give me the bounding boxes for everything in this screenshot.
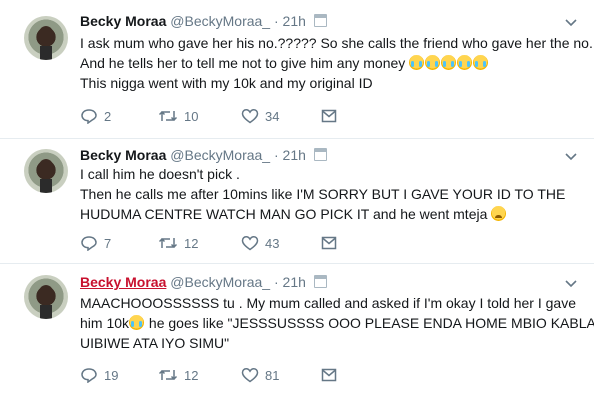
tweet-line: I call him he doesn't pick .: [80, 166, 240, 182]
crying-emoji-icon: [441, 55, 457, 70]
dm-button[interactable]: [320, 235, 338, 251]
tweet-line-text: And he tells her to tell me not to give …: [80, 55, 406, 71]
tweet-line: This nigga went with my 10k and my origi…: [80, 75, 373, 91]
retweet-icon: [158, 110, 178, 122]
retweet-icon: [158, 237, 178, 249]
reply-icon: [81, 368, 97, 383]
tweet-line-text: him 10k: [80, 315, 130, 331]
like-button[interactable]: 81: [241, 367, 279, 383]
crying-emoji-icon: [473, 55, 489, 70]
author-handle[interactable]: @BeckyMoraa_: [170, 274, 270, 290]
author-name[interactable]: Becky Moraa: [80, 147, 166, 163]
tweet-header: Becky Moraa @BeckyMoraa_ · 21h: [80, 146, 327, 164]
retweet-icon: [158, 369, 178, 381]
tweet-text: MAACHOOOSSSSSS tu . My mum called and as…: [80, 293, 594, 353]
reply-icon: [81, 109, 97, 124]
tweet-line-text: he goes like "JESSSUSSSS OOO PLEASE ENDA…: [145, 315, 594, 331]
retweet-button[interactable]: 12: [158, 235, 198, 251]
calendar-icon: [313, 148, 327, 161]
author-name[interactable]: Becky Moraa: [80, 13, 166, 29]
tweet-header: Becky Moraa @BeckyMoraa_ · 21h: [80, 12, 327, 30]
heart-icon: [241, 236, 259, 251]
timestamp[interactable]: 21h: [283, 147, 306, 163]
like-button[interactable]: 34: [241, 108, 279, 124]
crying-emoji-icon: [457, 55, 473, 70]
timestamp[interactable]: 21h: [283, 274, 306, 290]
reply-button[interactable]: 2: [80, 108, 111, 124]
author-handle[interactable]: @BeckyMoraa_: [170, 147, 270, 163]
crying-emoji-icon: [129, 315, 145, 330]
avatar[interactable]: [24, 275, 68, 319]
reply-count: 7: [104, 235, 112, 251]
tweet[interactable]: Becky Moraa @BeckyMoraa_ · 21h I call hi…: [0, 139, 594, 263]
reply-count: 19: [104, 367, 119, 383]
tweet-line: MAACHOOOSSSSSS tu . My mum called and as…: [80, 295, 576, 311]
dm-button[interactable]: [320, 367, 338, 383]
chevron-down-icon[interactable]: [564, 152, 578, 162]
tweet-line: HUDUMA CENTRE WATCH MAN GO PICK IT and h…: [80, 204, 580, 224]
tweet-line-text: HUDUMA CENTRE WATCH MAN GO PICK IT and h…: [80, 206, 488, 222]
tweet[interactable]: Becky Moraa @BeckyMoraa_ · 21h I ask mum…: [0, 0, 594, 138]
avatar[interactable]: [24, 16, 68, 60]
retweet-button[interactable]: 10: [158, 108, 198, 124]
retweet-count: 10: [184, 108, 199, 124]
calendar-icon: [313, 14, 327, 27]
chevron-down-icon[interactable]: [564, 18, 578, 28]
avatar[interactable]: [24, 149, 68, 193]
reply-button[interactable]: 7: [80, 235, 111, 251]
author-handle[interactable]: @BeckyMoraa_: [170, 13, 270, 29]
envelope-icon: [321, 109, 337, 123]
tweet-line: I ask mum who gave her his no.????? So s…: [80, 35, 593, 51]
like-count: 81: [265, 367, 280, 383]
heart-icon: [241, 109, 259, 124]
dm-button[interactable]: [320, 108, 338, 124]
retweet-count: 12: [184, 367, 199, 383]
timestamp[interactable]: 21h: [283, 13, 306, 29]
tweet-header: Becky Moraa @BeckyMoraa_ · 21h: [80, 273, 327, 291]
envelope-icon: [321, 236, 337, 250]
calendar-icon: [313, 275, 327, 288]
reply-count: 2: [104, 108, 112, 124]
crying-emoji-icon: [425, 55, 441, 70]
tweet-line: him 10k he goes like "JESSSUSSSS OOO PLE…: [80, 313, 594, 333]
tweet-line: Then he calls me after 10mins like I'M S…: [80, 186, 566, 202]
tweet-line: UIBIWE ATA IYO SIMU": [80, 335, 230, 351]
weary-emoji-icon: [491, 206, 507, 221]
like-count: 43: [265, 235, 280, 251]
reply-icon: [81, 236, 97, 251]
tweet-line: And he tells her to tell me not to give …: [80, 53, 580, 73]
envelope-icon: [321, 368, 337, 382]
retweet-button[interactable]: 12: [158, 367, 198, 383]
retweet-count: 12: [184, 235, 199, 251]
chevron-down-icon[interactable]: [564, 279, 578, 289]
tweet[interactable]: Becky Moraa @BeckyMoraa_ · 21h MAACHOOOS…: [0, 264, 594, 404]
like-count: 34: [265, 108, 280, 124]
separator-dot: ·: [273, 147, 279, 163]
like-button[interactable]: 43: [241, 235, 279, 251]
separator-dot: ·: [273, 13, 279, 29]
tweet-text: I ask mum who gave her his no.????? So s…: [80, 33, 593, 93]
tweet-text: I call him he doesn't pick . Then he cal…: [80, 164, 580, 224]
heart-icon: [241, 368, 259, 383]
author-name[interactable]: Becky Moraa: [80, 274, 166, 290]
crying-emoji-icon: [409, 55, 425, 70]
separator-dot: ·: [273, 274, 279, 290]
reply-button[interactable]: 19: [80, 367, 118, 383]
